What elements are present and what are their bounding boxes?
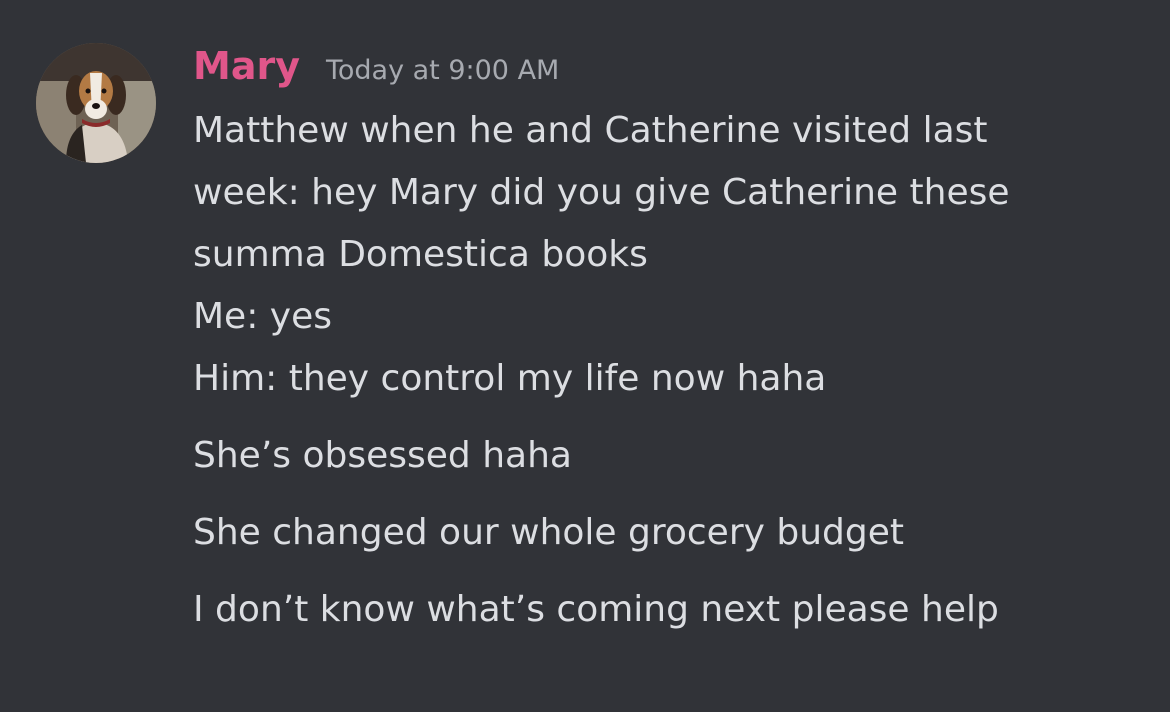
message-line: Matthew when he and Catherine visited la… [193,110,988,151]
message-line: Him: they control my life now haha [193,358,827,399]
followup-message: She changed our whole grocery budget [193,512,905,553]
followup-message: She’s obsessed haha [193,435,572,476]
message-line: summa Domestica books [193,234,648,275]
beagle-dog-icon [36,43,156,163]
message-header: Mary Today at 9:00 AM [193,38,559,94]
followup-message: I don’t know what’s coming next please h… [193,589,999,630]
username[interactable]: Mary [193,38,300,94]
message-content: Matthew when he and Catherine visited la… [193,100,1153,641]
message-line: week: hey Mary did you give Catherine th… [193,172,1010,213]
timestamp[interactable]: Today at 9:00 AM [326,43,559,99]
chat-message: Mary Today at 9:00 AM Matthew when he an… [0,0,1170,712]
message-line: Me: yes [193,296,332,337]
avatar[interactable] [36,43,156,163]
